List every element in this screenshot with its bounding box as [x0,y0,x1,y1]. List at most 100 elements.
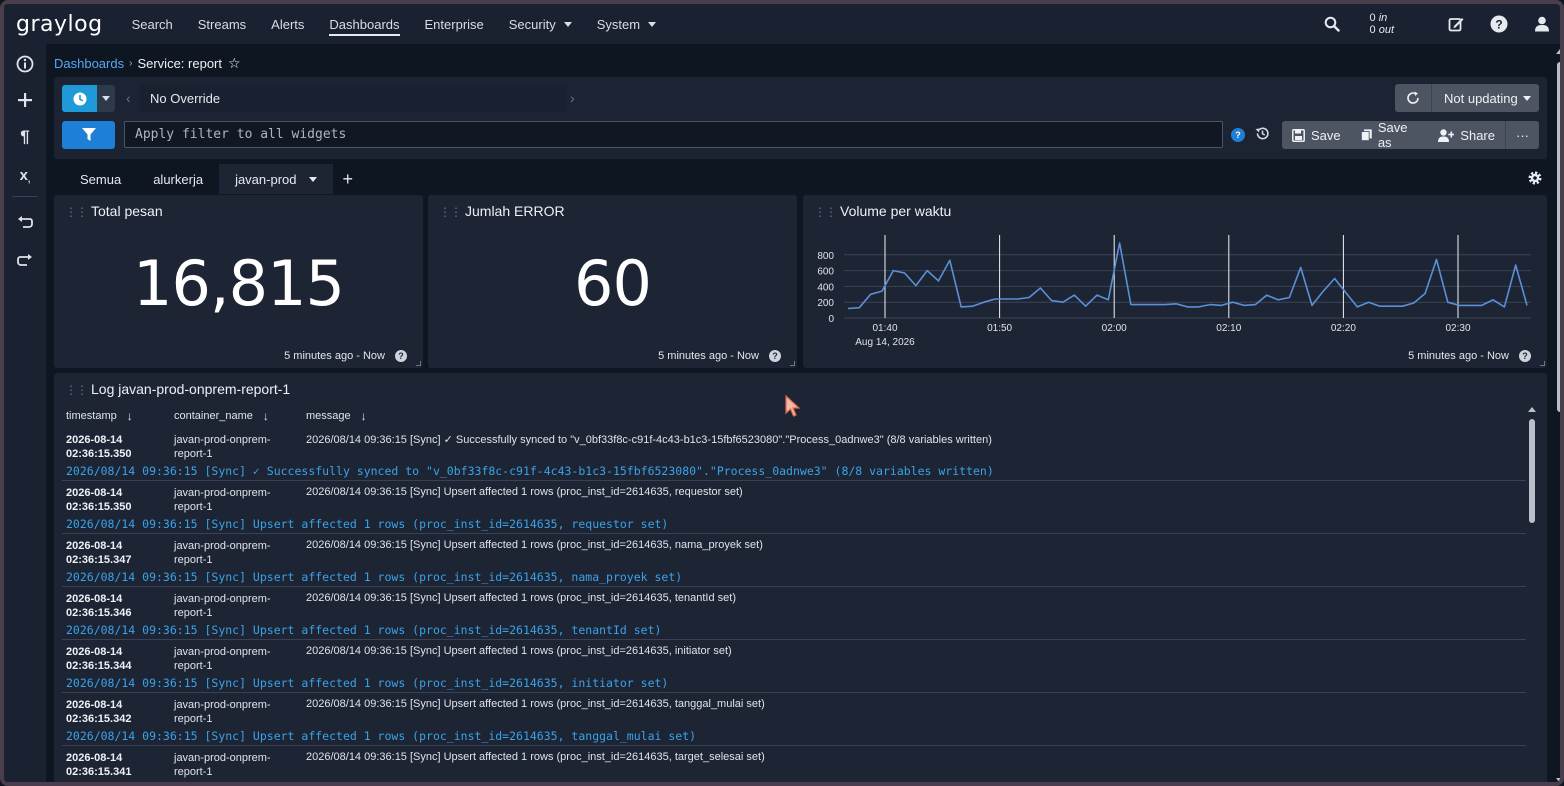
widget-title[interactable]: Log javan-prod-onprem-report-1 [91,381,290,397]
table-row[interactable]: 2026-08-14 02:36:15.350 javan-prod-onprem-… [62,428,1526,481]
column-label: container_name [174,410,253,422]
time-range-display[interactable]: No Override [140,85,566,112]
widget-title[interactable]: Total pesan [91,203,163,219]
throughput-indicator[interactable]: 0 in 0 out [1370,12,1394,36]
column-header-timestamp[interactable]: timestamp ↓ [66,409,133,423]
nav-security[interactable]: Security [509,4,572,44]
filter-icon [81,128,96,141]
x-tick-label: 01:40 [872,323,897,334]
help-icon[interactable]: ? [395,350,407,362]
drag-handle-icon[interactable]: ⋮⋮ [65,205,88,219]
share-button[interactable]: Share [1428,121,1505,149]
nav-dashboards[interactable]: Dashboards [329,4,400,44]
container-name-line1: javan-prod-onprem- [174,752,271,764]
chevron-down-icon[interactable] [308,176,317,182]
filter-button[interactable] [62,121,115,149]
save-label: Save [1311,127,1341,143]
table-row[interactable]: 2026-08-14 02:36:15.347 javan-prod-onprem-… [62,534,1526,587]
scroll-up-icon[interactable] [1528,407,1536,412]
more-actions-button[interactable]: ··· [1505,121,1539,149]
series-line [847,242,1528,310]
drag-handle-icon[interactable]: ⋮⋮ [439,205,462,219]
left-sidebar: ¶ x, [4,44,46,782]
widget-title[interactable]: Volume per waktu [840,203,951,219]
table-scrollbar[interactable] [1529,419,1535,523]
table-row[interactable]: 2026-08-14 02:36:15.342 javan-prod-onprem-… [62,693,1526,746]
widget-title[interactable]: Jumlah ERROR [465,203,565,219]
sort-arrow-icon[interactable]: ↓ [263,409,269,423]
nav-search[interactable]: Search [132,4,173,44]
table-row[interactable]: 2026-08-14 02:36:15.344 javan-prod-onprem-… [62,640,1526,693]
tab-javan-prod[interactable]: javan-prod [219,164,333,194]
timestamp-time: 02:36:15.347 [66,554,132,566]
cell-message: 2026/08/14 09:36:15 [Sync] Upsert affect… [306,645,732,657]
full-message[interactable]: 2026/08/14 09:36:15 [Sync] Upsert affect… [66,676,668,690]
user-icon[interactable] [1532,14,1552,34]
favorite-star-icon[interactable]: ☆ [228,55,241,72]
time-range-button[interactable] [62,85,97,112]
help-icon[interactable]: ? [1519,350,1531,362]
cell-container-name: javan-prod-onprem-report-1 [174,645,294,673]
parameters-icon[interactable]: x, [14,164,36,186]
history-icon[interactable] [1255,126,1270,146]
breadcrumb-dashboards-link[interactable]: Dashboards [54,56,124,71]
column-header-message[interactable]: message ↓ [306,409,367,423]
refresh-icon[interactable] [1395,91,1431,105]
add-tab-icon[interactable]: + [343,169,354,190]
resize-handle-icon[interactable] [416,361,421,366]
widget-filter-input[interactable] [124,121,1223,148]
save-as-button[interactable]: Save as [1351,120,1429,150]
full-message[interactable]: 2026/08/14 09:36:15 [Sync] Upsert affect… [66,729,696,743]
search-icon[interactable] [1322,14,1342,34]
table-row[interactable]: 2026-08-14 02:36:15.346 javan-prod-onprem-… [62,587,1526,640]
chevron-down-icon [1522,95,1531,101]
full-message[interactable]: 2026/08/14 09:36:15 [Sync] Upsert affect… [66,517,668,531]
sort-arrow-icon[interactable]: ↓ [361,409,367,423]
full-message[interactable]: 2026/08/14 09:36:15 [Sync] ✓ Successfull… [66,464,994,478]
page-scrollbar[interactable] [1557,62,1560,412]
add-widget-icon[interactable] [14,89,36,111]
nav-streams[interactable]: Streams [198,4,246,44]
scroll-up-icon[interactable] [1556,49,1560,54]
chevron-right-icon[interactable]: › [570,90,575,106]
query-help-icon[interactable]: ? [1231,128,1245,142]
graylog-logo[interactable]: graylog [16,12,103,37]
undo-icon[interactable] [14,212,36,234]
cell-timestamp: 2026-08-14 02:36:15.350 [66,486,131,514]
widget-timerange: 5 minutes ago - Now [284,350,385,362]
refresh-control[interactable]: Not updating [1395,84,1539,112]
full-message[interactable]: 2026/08/14 09:36:15 [Sync] Upsert affect… [66,782,703,786]
sort-arrow-icon[interactable]: ↓ [127,409,133,423]
full-message[interactable]: 2026/08/14 09:36:15 [Sync] Upsert affect… [66,570,682,584]
x-tick-label: 02:20 [1331,323,1356,334]
resize-handle-icon[interactable] [790,361,795,366]
scroll-down-icon[interactable] [1556,778,1560,782]
resize-handle-icon[interactable] [1540,361,1545,366]
paragraph-icon[interactable]: ¶ [14,126,36,148]
x-tick-label: 01:50 [987,323,1012,334]
save-button[interactable]: Save [1282,121,1351,149]
nav-alerts[interactable]: Alerts [271,4,304,44]
tab-semua[interactable]: Semua [64,164,137,194]
tab-alurkerja[interactable]: alurkerja [137,164,219,194]
refresh-interval-label[interactable]: Not updating [1444,91,1518,106]
edit-icon[interactable] [1446,14,1466,34]
full-message[interactable]: 2026/08/14 09:36:15 [Sync] Upsert affect… [66,623,661,637]
nav-system[interactable]: System [597,4,657,44]
gear-icon[interactable] [1527,170,1543,191]
drag-handle-icon[interactable]: ⋮⋮ [65,383,88,397]
column-header-container-name[interactable]: container_name ↓ [174,409,269,423]
table-row[interactable]: 2026-08-14 02:36:15.350 javan-prod-onprem-… [62,481,1526,534]
table-row[interactable]: 2026-08-14 02:36:15.341 javan-prod-onprem-… [62,746,1526,786]
timestamp-time: 02:36:15.350 [66,501,132,513]
info-icon[interactable] [14,53,36,75]
redo-icon[interactable] [14,250,36,272]
drag-handle-icon[interactable]: ⋮⋮ [814,205,837,219]
container-name-line2: report-1 [174,766,213,778]
help-icon[interactable]: ? [769,350,781,362]
chevron-left-icon[interactable]: ‹ [126,90,131,106]
nav-enterprise[interactable]: Enterprise [425,4,484,44]
time-range-dropdown[interactable] [97,85,115,112]
help-icon[interactable]: ? [1489,14,1509,34]
top-navbar: graylog Search Streams Alerts Dashboards… [4,4,1560,44]
